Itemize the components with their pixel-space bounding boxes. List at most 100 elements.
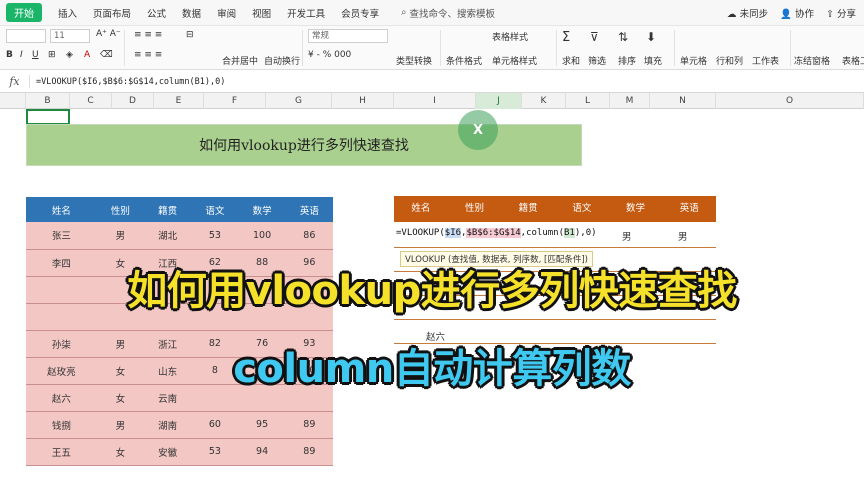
cond-format-button[interactable]: 条件格式 xyxy=(446,54,482,67)
rowcol-button[interactable]: 行和列 xyxy=(716,54,743,67)
table-header-row: 姓名 性别 籍贯 语文 数学 英语 xyxy=(26,197,333,222)
corner-cell[interactable] xyxy=(0,93,26,109)
lookup-header-math: 数学 xyxy=(626,203,646,214)
col-header-l[interactable]: L xyxy=(566,93,610,109)
col-header-h[interactable]: H xyxy=(332,93,394,109)
lookup-header-hometown: 籍贯 xyxy=(518,203,538,214)
col-header-n[interactable]: N xyxy=(650,93,716,109)
menu-member[interactable]: 会员专享 xyxy=(341,6,379,20)
menu-bar: 开始 插入 页面布局 公式 数据 审阅 视图 开发工具 会员专享 ⌕ 查找命令、… xyxy=(0,0,864,26)
filter-button[interactable]: 筛选 xyxy=(588,54,606,67)
menu-review[interactable]: 审阅 xyxy=(217,6,236,20)
number-format-select[interactable]: 常规 xyxy=(308,29,388,43)
font-name-select[interactable] xyxy=(6,29,46,43)
caption-subtitle: column自动计算列数 xyxy=(233,346,631,392)
table-row[interactable]: 张三男湖北 53 100 86 xyxy=(26,222,333,250)
lookup-table-header: 姓名 性别 籍贯 语文 数学 英语 xyxy=(394,196,716,222)
header-hometown: 籍贯 xyxy=(144,197,192,222)
font-size-select[interactable]: 11 xyxy=(50,29,90,43)
col-header-g[interactable]: G xyxy=(266,93,332,109)
menu-start-tab[interactable]: 开始 xyxy=(6,3,42,22)
col-header-c[interactable]: C xyxy=(70,93,112,109)
worksheet-button[interactable]: 工作表 xyxy=(752,54,779,67)
formula-input[interactable]: =VLOOKUP($I6,$B$6:$G$14,column(B1),0) xyxy=(30,77,225,87)
italic-icon[interactable]: I xyxy=(20,50,23,60)
share-icon: ⇪ xyxy=(825,9,834,20)
lookup-header-english: 英语 xyxy=(679,203,699,214)
collab-button[interactable]: 👤 协作 xyxy=(780,6,814,20)
cell-button[interactable]: 单元格 xyxy=(680,54,707,67)
col-header-m[interactable]: M xyxy=(610,93,650,109)
header-name: 姓名 xyxy=(26,197,97,222)
menu-developer[interactable]: 开发工具 xyxy=(287,6,325,20)
menu-formulas[interactable]: 公式 xyxy=(147,6,166,20)
command-search-label: 查找命令、搜索模板 xyxy=(409,8,495,20)
bold-icon[interactable]: B xyxy=(6,50,13,60)
sheet-title-banner: 如何用vlookup进行多列快速查找 xyxy=(26,124,582,166)
sum-button[interactable]: 求和 xyxy=(562,54,580,67)
lookup-header-name: 姓名 xyxy=(411,203,431,214)
cell-style-button[interactable]: 单元格样式 xyxy=(492,54,537,67)
font-grow-icon[interactable]: A⁺ A⁻ xyxy=(96,29,121,39)
font-color-icon[interactable]: A xyxy=(84,50,90,60)
sync-status[interactable]: ☁ 未同步 xyxy=(727,6,768,20)
col-header-d[interactable]: D xyxy=(112,93,154,109)
fill-icon[interactable]: ⬇ xyxy=(646,30,656,44)
table-row[interactable]: 钱捌男湖南 60 95 89 xyxy=(26,411,333,439)
wrap-text-button[interactable]: 自动换行 xyxy=(264,54,300,67)
fill-button[interactable]: 填充 xyxy=(644,54,662,67)
search-icon: ⌕ xyxy=(401,7,407,18)
col-header-i[interactable]: I xyxy=(394,93,476,109)
excel-logo-icon: X xyxy=(458,110,498,150)
lookup-english-cell[interactable]: 男 xyxy=(678,229,688,243)
sort-icon[interactable]: ⇅ xyxy=(618,30,628,44)
header-chinese: 语文 xyxy=(191,197,239,222)
fill-color-icon[interactable]: ◈ xyxy=(66,50,73,60)
lookup-header-chinese: 语文 xyxy=(572,203,592,214)
user-icon: 👤 xyxy=(780,9,792,20)
filter-icon[interactable]: ⊽ xyxy=(590,30,599,44)
menu-insert[interactable]: 插入 xyxy=(58,6,77,20)
align-top-icon[interactable]: ≡ ≡ ≡ xyxy=(134,30,162,40)
sort-button[interactable]: 排序 xyxy=(618,54,636,67)
lookup-math-cell[interactable]: 男 xyxy=(622,229,632,243)
header-math: 数学 xyxy=(238,197,286,222)
currency-icon[interactable]: ¥ - % 000 xyxy=(308,50,351,60)
formula-bar: fx =VLOOKUP($I6,$B$6:$G$14,column(B1),0) xyxy=(0,71,864,93)
menu-page-layout[interactable]: 页面布局 xyxy=(93,6,131,20)
lookup-header-gender: 性别 xyxy=(465,203,485,214)
ribbon-toolbar: 11 A⁺ A⁻ B I U ⊞ ◈ A ⌫ ≡ ≡ ≡ ≡ ≡ ≡ ⊟ 合并居… xyxy=(0,26,864,70)
header-english: 英语 xyxy=(285,197,333,222)
column-headers: B C D E F G H I J K L M N O xyxy=(0,93,864,109)
eraser-icon[interactable]: ⌫ xyxy=(100,50,113,60)
share-button[interactable]: ⇪ 分享 xyxy=(826,6,856,20)
border-icon[interactable]: ⊞ xyxy=(48,50,56,60)
caption-title: 如何用vlookup进行多列快速查找 xyxy=(127,268,737,314)
cell-formula-editor[interactable]: =VLOOKUP($I6,$B$6:$G$14,column(B1),0) xyxy=(396,228,597,238)
fx-icon[interactable]: fx xyxy=(0,75,30,88)
merge-center-button[interactable]: 合并居中 xyxy=(222,54,258,67)
menu-view[interactable]: 视图 xyxy=(252,6,271,20)
col-header-b[interactable]: B xyxy=(26,93,70,109)
col-header-f[interactable]: F xyxy=(204,93,266,109)
col-header-k[interactable]: K xyxy=(522,93,566,109)
table-row[interactable]: 王五女安徽 53 94 89 xyxy=(26,438,333,466)
underline-icon[interactable]: U xyxy=(32,50,39,60)
command-search[interactable]: ⌕ 查找命令、搜索模板 xyxy=(401,6,495,20)
type-convert-button[interactable]: 类型转换 xyxy=(396,54,432,67)
sum-icon[interactable]: Σ xyxy=(562,30,570,45)
source-data-table: 姓名 性别 籍贯 语文 数学 英语 张三男湖北 53 100 86 李四女江西 62 88… xyxy=(26,197,333,466)
table-style-button[interactable]: 表格样式 xyxy=(492,30,528,43)
cloud-icon: ☁ xyxy=(727,9,737,20)
col-header-j[interactable]: J xyxy=(476,93,522,109)
active-cell-selection xyxy=(26,109,70,125)
table-tool-button[interactable]: 表格工 xyxy=(842,54,864,67)
merge-icon[interactable]: ⊟ xyxy=(186,30,194,40)
col-header-o[interactable]: O xyxy=(716,93,864,109)
align-left-icon[interactable]: ≡ ≡ ≡ xyxy=(134,50,162,60)
freeze-panes-button[interactable]: 冻结窗格 xyxy=(794,54,830,67)
menu-data[interactable]: 数据 xyxy=(182,6,201,20)
col-header-e[interactable]: E xyxy=(154,93,204,109)
menu-right-actions: ☁ 未同步 👤 协作 ⇪ 分享 xyxy=(727,6,856,20)
header-gender: 性别 xyxy=(96,197,145,222)
